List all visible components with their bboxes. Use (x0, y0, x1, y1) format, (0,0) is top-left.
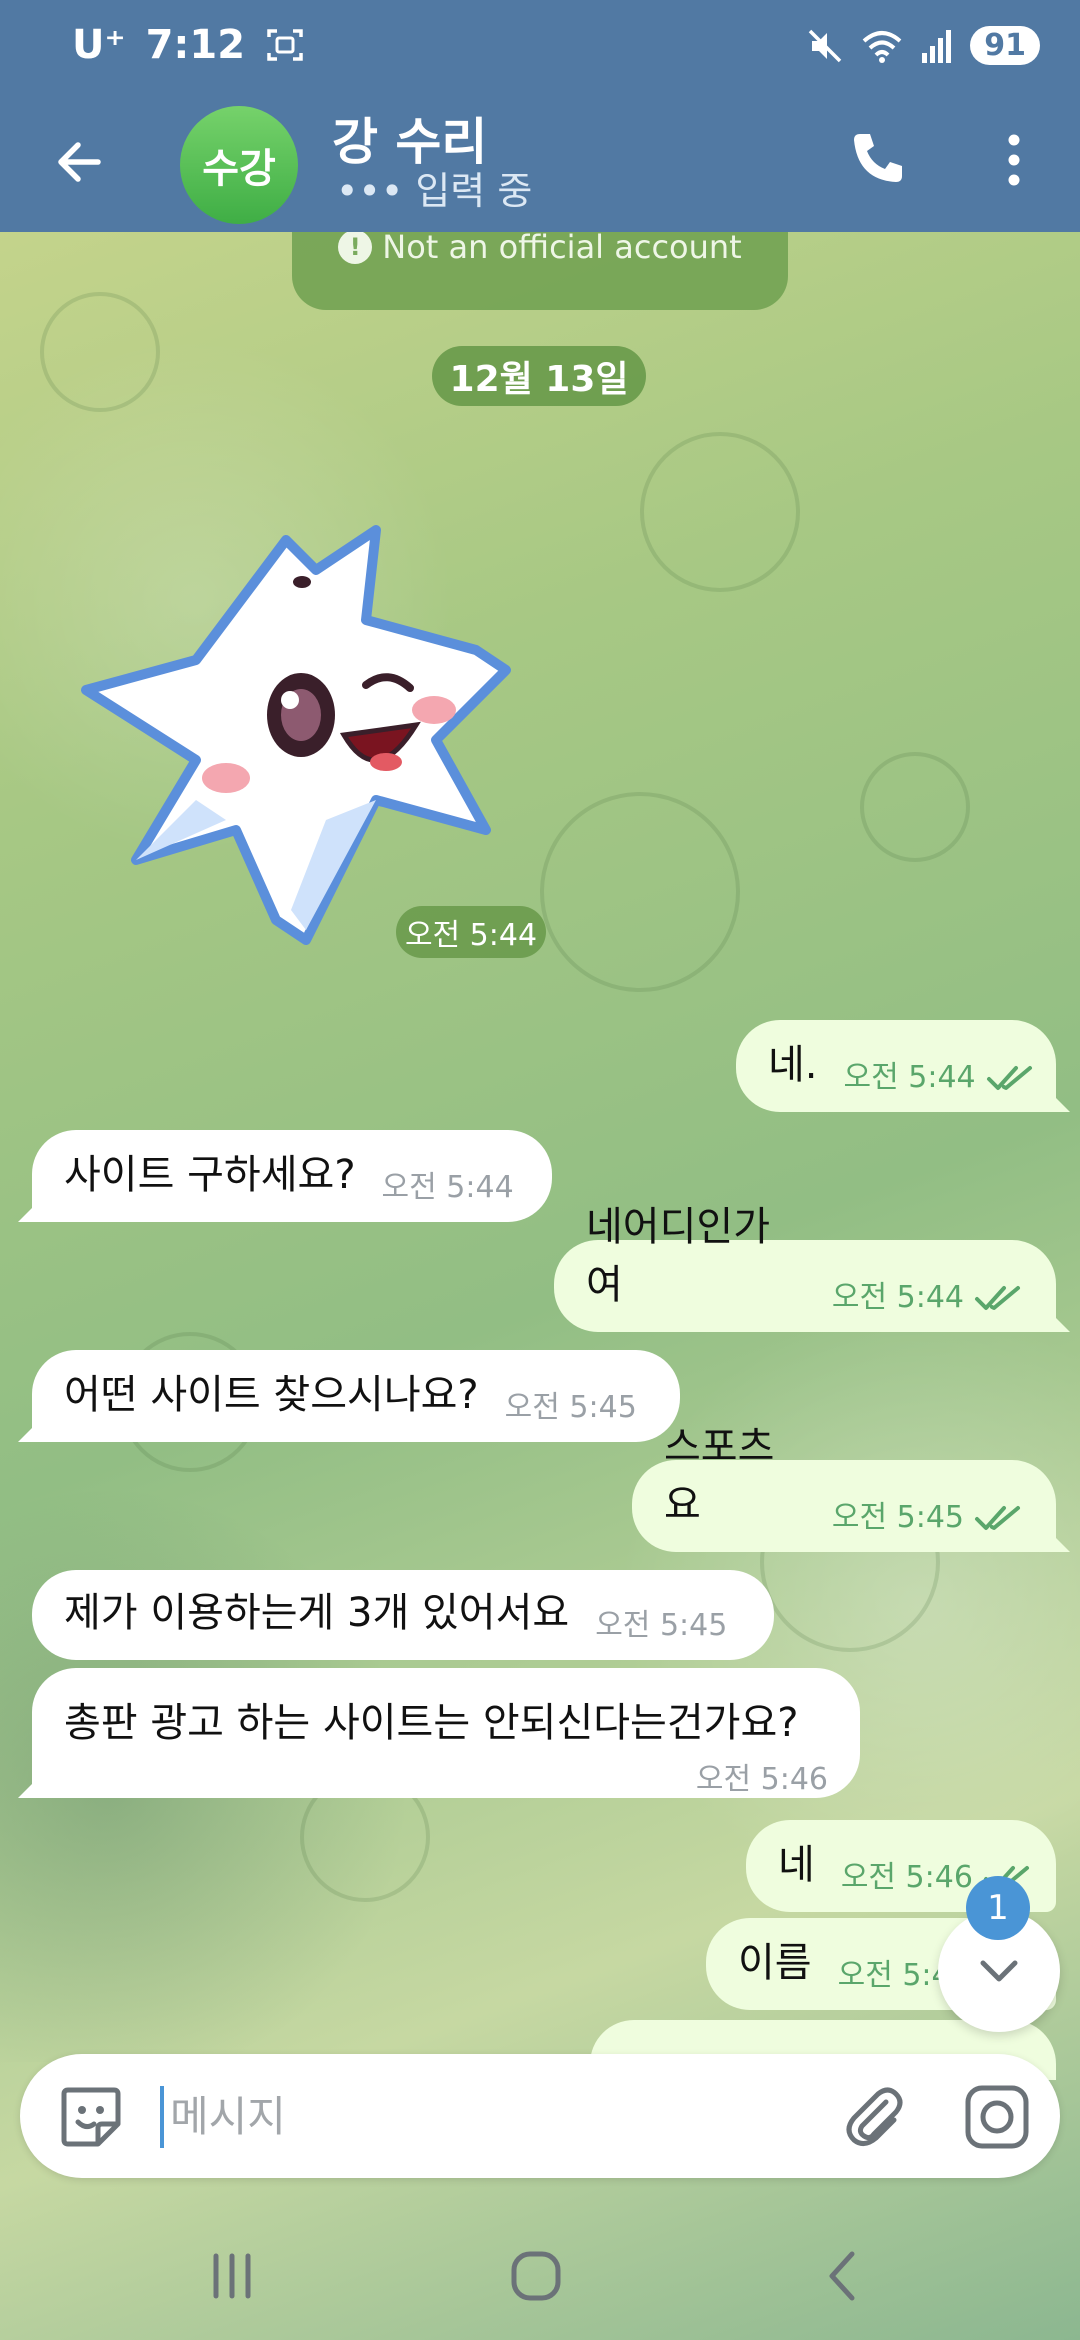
message-bubble-outgoing[interactable]: 네. 오전 5:44 (736, 1020, 1070, 1112)
sticker-timestamp: 오전 5:44 (396, 906, 546, 958)
message-bubble-incoming[interactable]: 사이트 구하세요? 오전 5:44 (18, 1130, 552, 1222)
pillow-sticker[interactable] (76, 500, 550, 968)
message-text: 어떤 사이트 찾으시나요? (64, 1372, 479, 1418)
sticker-icon (61, 2087, 121, 2147)
mute-icon (809, 29, 842, 62)
phone-icon (854, 134, 902, 182)
double-check-icon (975, 1506, 1020, 1530)
more-vertical-icon (1008, 134, 1020, 186)
paperclip-icon (846, 2087, 903, 2146)
signal-icon (922, 29, 952, 63)
arrow-left-icon (58, 142, 101, 182)
carrier-label: U⁺ (72, 22, 126, 68)
home-button[interactable] (500, 2240, 572, 2312)
message-time: 오전 5:4 (837, 1958, 951, 1993)
message-composer (20, 2054, 1060, 2178)
back-button[interactable] (44, 126, 116, 198)
avatar[interactable]: 수강 (180, 106, 298, 224)
message-time-label: 오전 5:44 (843, 1060, 976, 1095)
screenshot-icon (267, 29, 303, 61)
message-bubble-outgoing[interactable]: 스포츠요 오전 5:45 (632, 1424, 1070, 1552)
message-text: 네. (768, 1042, 818, 1088)
clock: 7:12 (145, 22, 246, 68)
message-time: 오전 5:44 (832, 1272, 1024, 1316)
message-text: 이름 (738, 1940, 812, 1986)
chevron-down-icon (980, 1960, 1018, 1982)
status-bar: U⁺ 7:12 91 (0, 0, 1080, 96)
chat-header: 수강 강 수리 ••• 입력 중 (0, 96, 1080, 232)
wallpaper-doodle (640, 432, 800, 592)
status-left: U⁺ 7:12 (72, 22, 305, 68)
message-bubble-incoming[interactable]: 총판 광고 하는 사이트는 안되신다는건가요? 오전 5:46 (18, 1668, 860, 1798)
message-text: 사이트 구하세요? (64, 1152, 356, 1198)
camera-icon (965, 2085, 1029, 2149)
system-navigation-bar (0, 2200, 1080, 2340)
recent-apps-button[interactable] (196, 2240, 268, 2312)
wallpaper-doodle (540, 792, 740, 992)
recent-apps-icon (213, 2253, 251, 2299)
date-separator: 12월 13일 (432, 346, 646, 406)
message-time-label: 오전 5:45 (831, 1500, 964, 1535)
message-text: 총판 광고 하는 사이트는 안되신다는건가요? (64, 1700, 799, 1746)
message-text: 네어디인가여 (586, 1204, 770, 1308)
call-button[interactable] (846, 126, 910, 190)
wifi-icon (862, 30, 902, 63)
typing-status: ••• 입력 중 (336, 169, 533, 213)
info-icon: ! (338, 230, 373, 264)
message-time: 오전 5:45 (832, 1492, 1024, 1536)
message-text: 네 (778, 1842, 815, 1888)
message-time-label: 오전 5:46 (840, 1860, 973, 1895)
message-time: 오전 5:45 (595, 1608, 728, 1643)
message-time: 오전 5:45 (504, 1390, 637, 1425)
message-text: 스포츠요 (664, 1424, 775, 1528)
camera-button[interactable] (962, 2082, 1032, 2152)
double-check-icon (986, 1066, 1032, 1090)
back-nav-button[interactable] (806, 2240, 878, 2312)
message-time: 오전 5:44 (381, 1170, 514, 1205)
message-text: 제가 이용하는게 3개 있어서요 (64, 1590, 570, 1636)
wallpaper-doodle (860, 752, 970, 862)
attach-button[interactable] (840, 2082, 908, 2150)
double-check-icon (975, 1286, 1020, 1310)
message-bubble-incoming[interactable]: 제가 이용하는게 3개 있어서요 오전 5:45 (32, 1570, 774, 1660)
more-button[interactable] (996, 124, 1032, 196)
unread-count-badge: 1 (966, 1876, 1030, 1940)
message-bubble-outgoing[interactable]: 네어디인가여 오전 5:44 (554, 1204, 1070, 1332)
message-time: 오전 5:44 (844, 1052, 1036, 1096)
message-time-label: 오전 5:44 (831, 1280, 964, 1315)
wallpaper-doodle (40, 292, 160, 412)
avatar-initials: 수강 (202, 146, 276, 192)
status-right: 91 (806, 26, 1040, 65)
chevron-left-icon (829, 2251, 855, 2301)
emoji-button[interactable] (56, 2082, 126, 2152)
home-icon (511, 2251, 561, 2301)
message-bubble-incoming[interactable]: 어떤 사이트 찾으시나요? 오전 5:45 (18, 1350, 680, 1442)
text-cursor (160, 2086, 164, 2148)
message-time: 오전 5:46 (695, 1762, 828, 1797)
message-input[interactable] (170, 2078, 830, 2154)
battery-indicator: 91 (970, 26, 1040, 65)
notice-text: Not an official account (382, 228, 742, 266)
